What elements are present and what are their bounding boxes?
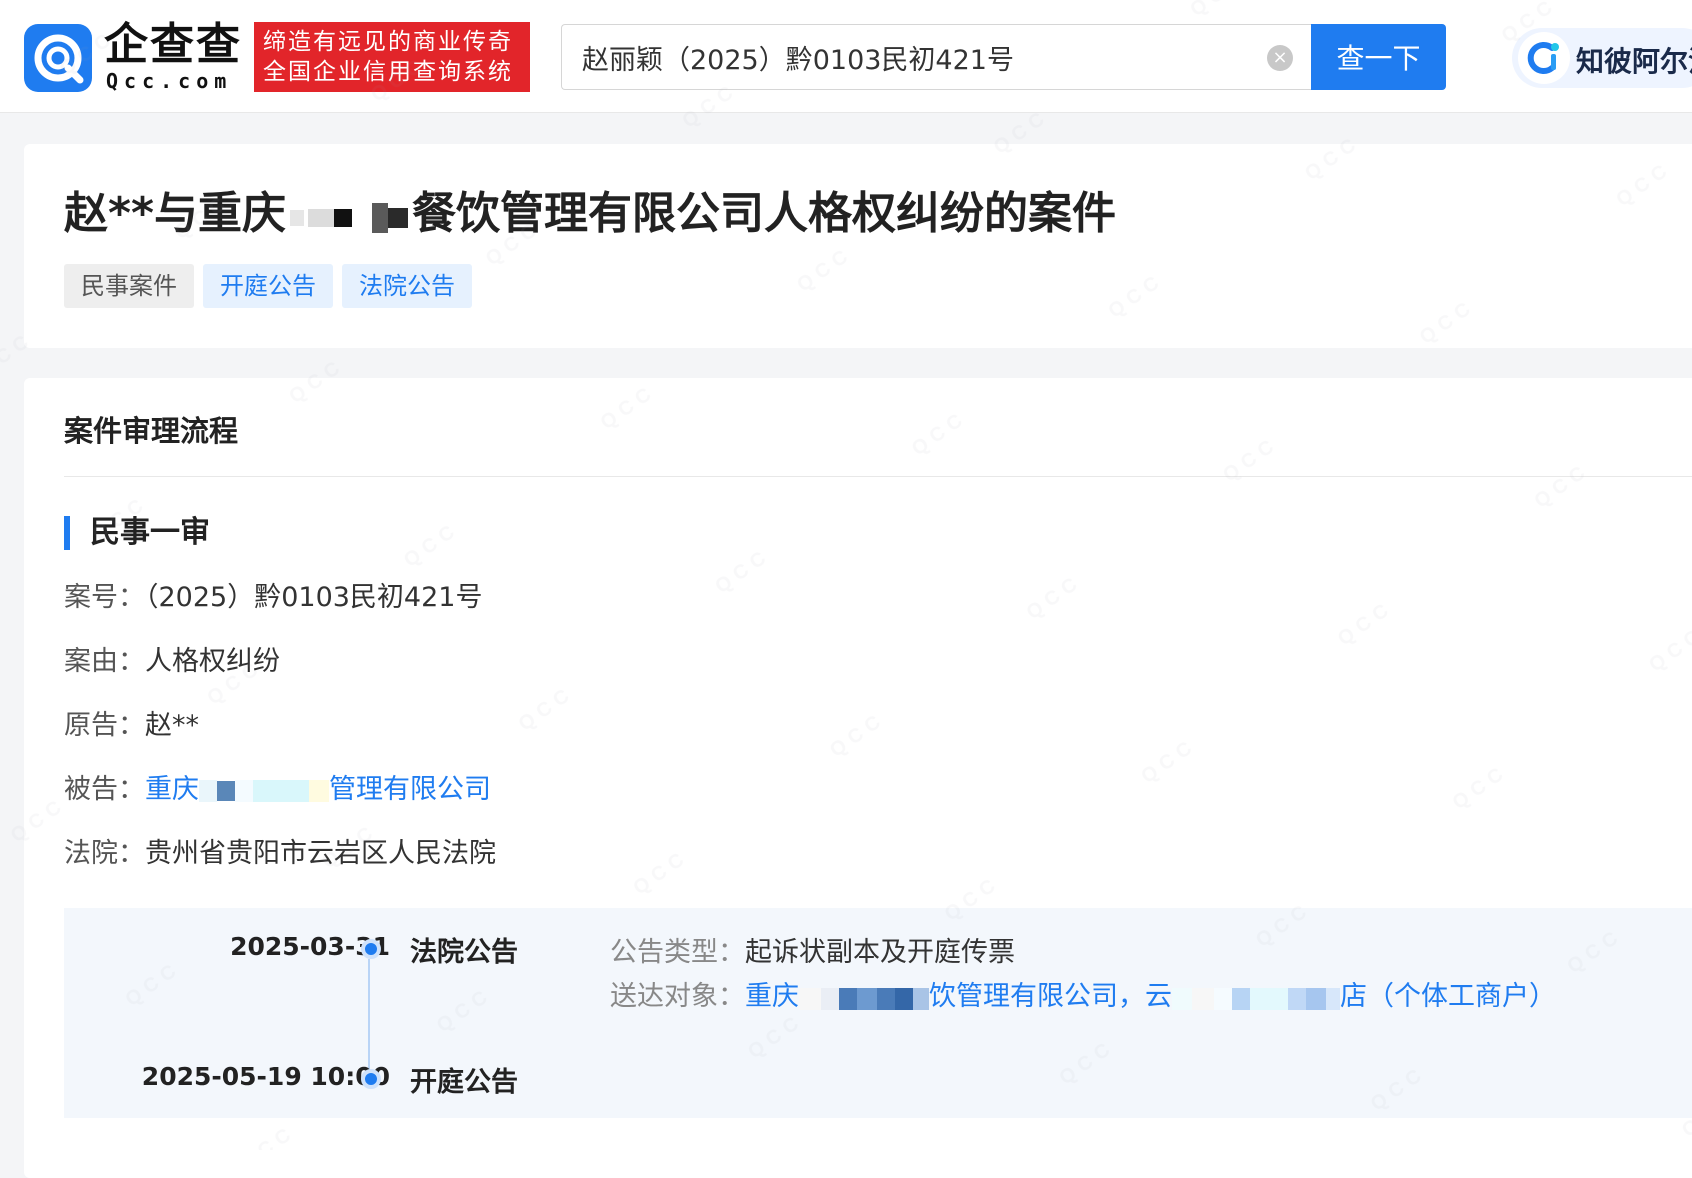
slogan-line-1: 缔造有远见的商业传奇 [263, 29, 513, 55]
defendant-link[interactable]: 重庆 管理有限公司 [145, 774, 491, 805]
section-title: 案件审理流程 [64, 414, 239, 448]
case-no-label: 案号： [64, 582, 145, 613]
recipient-2-suffix: 店（个体工商户） [1340, 981, 1556, 1012]
notice-type-label: 公告类型： [610, 937, 745, 968]
tag-court-notice[interactable]: 法院公告 [342, 264, 472, 308]
pixelated-redaction [799, 982, 929, 1013]
timeline-date-2: 2025-05-19 10:00 [141, 1062, 390, 1091]
info-plaintiff: 原告：赵** [64, 708, 199, 744]
timeline-type-2: 开庭公告 [410, 1067, 518, 1098]
slogan-line-2: 全国企业信用查询系统 [263, 59, 513, 85]
tag-hearing-notice[interactable]: 开庭公告 [203, 264, 333, 308]
case-no-value: （2025）黔0103民初421号 [145, 582, 483, 613]
process-timeline: 2025-03-31 法院公告 公告类型：起诉状副本及开庭传票 送达对象：重庆 饮… [64, 908, 1692, 1118]
notice-type-value: 起诉状副本及开庭传票 [745, 937, 1015, 968]
search-box: × [561, 24, 1311, 90]
defendant-suffix: 管理有限公司 [329, 774, 491, 805]
recipients-label: 送达对象： [610, 981, 745, 1012]
alpha-assistant-button[interactable]: 知彼阿尔法 [1512, 28, 1692, 88]
search-button[interactable]: 查一下 [1311, 24, 1446, 90]
section-divider [64, 476, 1692, 477]
recipient-link-1[interactable]: 重庆 饮管理有限公司， [745, 981, 1145, 1012]
info-cause: 案由：人格权纠纷 [64, 644, 280, 680]
plaintiff-label: 原告： [64, 710, 145, 741]
alpha-assistant-icon [1518, 32, 1570, 84]
notice-type-row: 公告类型：起诉状副本及开庭传票 [610, 930, 1015, 969]
info-defendant: 被告：重庆 管理有限公司 [64, 772, 491, 809]
pixelated-redaction [199, 773, 329, 809]
recipient-link-2[interactable]: 云 店（个体工商户） [1145, 981, 1556, 1012]
case-title-suffix: 餐饮管理有限公司人格权纠纷的案件 [412, 188, 1117, 239]
pixelated-redaction [1172, 982, 1340, 1013]
case-header-card [24, 144, 1692, 348]
alpha-assistant-icon-svg [1527, 42, 1559, 74]
recipient-1-suffix: 饮管理有限公司， [929, 981, 1145, 1012]
defendant-label: 被告： [64, 774, 145, 805]
case-title-prefix: 赵**与重庆 [64, 188, 287, 239]
cause-label: 案由： [64, 646, 145, 677]
clear-icon[interactable]: × [1267, 45, 1293, 71]
logo-cn-text: 企查查 [104, 19, 242, 70]
timeline-connector [368, 959, 370, 1073]
top-header: 企查查 Qcc.com 缔造有远见的商业传奇 全国企业信用查询系统 × 查一下 … [0, 0, 1692, 113]
slogan-banner: 缔造有远见的商业传奇 全国企业信用查询系统 [254, 22, 530, 92]
recipient-1-prefix: 重庆 [745, 981, 799, 1012]
stage-title: 民事一审 [64, 516, 210, 550]
court-value: 贵州省贵阳市云岩区人民法院 [145, 838, 496, 869]
search-input[interactable] [562, 25, 1282, 89]
case-title: 赵**与重庆 餐饮管理有限公司人格权纠纷的案件 [64, 186, 1116, 244]
case-tags: 民事案件 开庭公告 法院公告 [64, 264, 481, 308]
defendant-prefix: 重庆 [145, 774, 199, 805]
timeline-dot-2 [361, 1069, 381, 1089]
qcc-logo-icon-svg [34, 34, 84, 84]
info-court: 法院：贵州省贵阳市云岩区人民法院 [64, 836, 496, 872]
recipient-2-prefix: 云 [1145, 981, 1172, 1012]
recipients-row: 送达对象：重庆 饮管理有限公司，云 店（个体工商户） [610, 974, 1556, 1013]
plaintiff-value: 赵** [145, 710, 199, 741]
qcc-logo-icon[interactable] [24, 24, 92, 92]
logo-wordmark[interactable]: 企查查 Qcc.com [104, 19, 250, 93]
cause-value: 人格权纠纷 [145, 646, 280, 677]
timeline-type-1: 法院公告 [410, 937, 518, 968]
logo-en-text: Qcc.com [106, 69, 233, 93]
alpha-assistant-label: 知彼阿尔法 [1576, 45, 1692, 78]
court-label: 法院： [64, 838, 145, 869]
timeline-date-1: 2025-03-31 [230, 932, 390, 961]
tag-civil-case: 民事案件 [64, 264, 194, 308]
info-case-no: 案号：（2025）黔0103民初421号 [64, 580, 482, 616]
timeline-dot-1 [361, 939, 381, 959]
pixelated-redaction [290, 188, 409, 244]
